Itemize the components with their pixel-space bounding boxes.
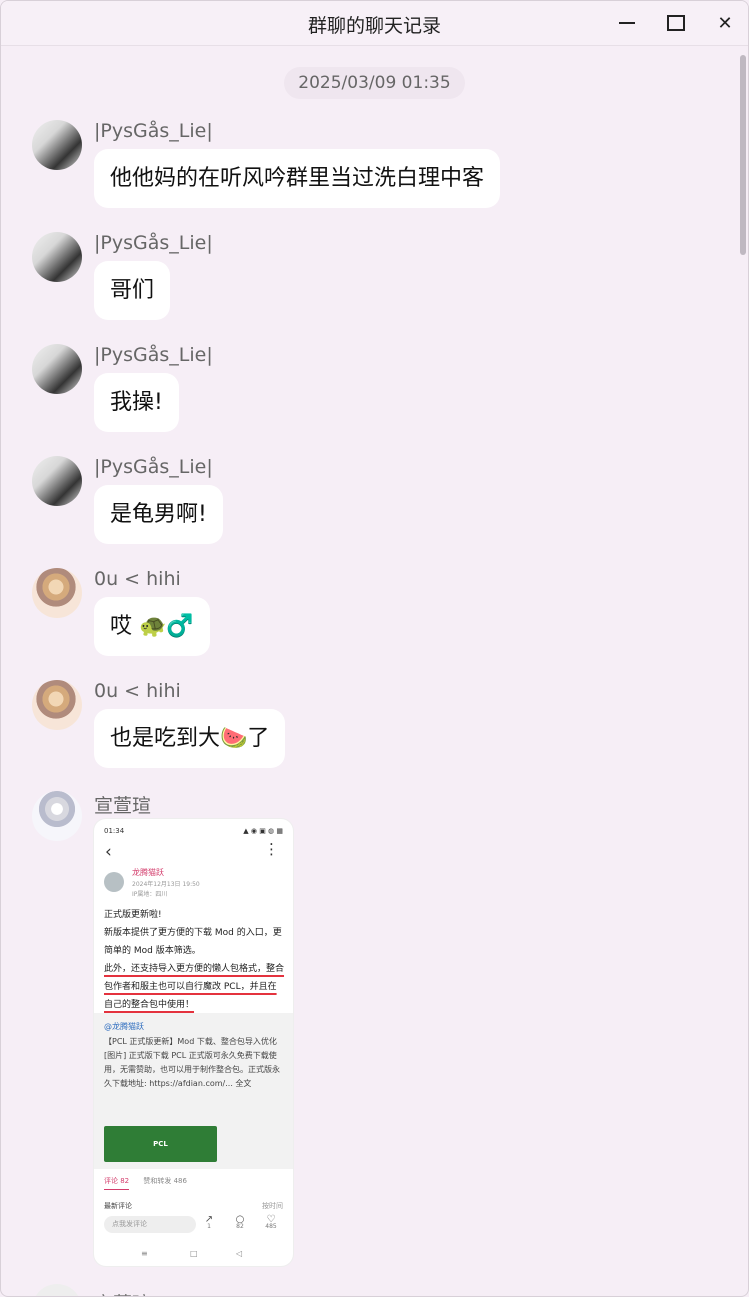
post-location: IP属地：四川 [132, 891, 168, 898]
sender-name: 0u < hihi [94, 568, 181, 590]
reposts-tab[interactable]: 赞和转发 486 [143, 1177, 187, 1185]
back-icon[interactable]: ‹ [105, 842, 112, 862]
like-count: 485 [265, 1223, 277, 1230]
nav-back-icon[interactable]: ◁ [236, 1249, 242, 1258]
minimize-icon [619, 22, 635, 24]
avatar[interactable] [32, 456, 82, 506]
avatar[interactable] [32, 344, 82, 394]
latest-comments-label: 最新评论 [104, 1202, 132, 1210]
sender-name: 0u < hihi [94, 680, 181, 702]
sender-name: 宣萱瑄 [94, 1289, 151, 1296]
screenshot-image-message[interactable]: 01:34 ▲ ◉ ▣ ◍ ▦ ‹ ⋮ 龙腾猫跃 2024年12月13日 19:… [94, 819, 293, 1266]
comment-tabs: 评论 82 赞和转发 486 [104, 1176, 187, 1190]
maximize-button[interactable] [658, 9, 694, 37]
avatar[interactable] [32, 568, 82, 618]
message-bubble[interactable]: 他他妈的在听风吟群里当过洗白理中客 [94, 149, 501, 208]
message-bubble[interactable]: 我操! [94, 373, 179, 432]
post-author: 龙腾猫跃 [132, 868, 164, 877]
post-line: 新版本提供了更方便的下载 Mod 的入口，更简单的 Mod 版本筛选。 [104, 928, 282, 956]
sender-name: |PysGås_Lie| [94, 344, 213, 366]
title-bar: 群聊的聊天记录 ✕ [1, 1, 748, 46]
message-bubble[interactable]: 哎 🐢♂️ [94, 597, 210, 656]
quoted-post: @龙腾猫跃 【PCL 正式版更新】Mod 下载、整合包导入优化 [图片] 正式版… [94, 1013, 293, 1169]
quoted-author: @龙腾猫跃 [104, 1022, 144, 1031]
avatar[interactable] [32, 120, 82, 170]
phone-time: 01:34 [104, 827, 125, 835]
close-icon: ✕ [717, 12, 733, 34]
share-action[interactable]: ↗ 1 [199, 1214, 219, 1230]
pcl-banner: PCL [104, 1126, 217, 1162]
vertical-scrollbar-thumb[interactable] [740, 55, 746, 255]
more-icon[interactable]: ⋮ [264, 840, 279, 858]
sender-name: |PysGås_Lie| [94, 232, 213, 254]
message-bubble[interactable]: 哥们 [94, 261, 171, 320]
avatar[interactable] [32, 680, 82, 730]
nav-home-icon[interactable]: □ [190, 1249, 198, 1258]
comment-count: 82 [236, 1223, 244, 1230]
post-body: 正式版更新啦! 新版本提供了更方便的下载 Mod 的入口，更简单的 Mod 版本… [104, 906, 284, 1014]
sender-name: |PysGås_Lie| [94, 456, 213, 478]
maximize-icon [667, 15, 685, 31]
avatar[interactable] [32, 1284, 82, 1296]
comments-tab[interactable]: 评论 82 [104, 1177, 130, 1190]
avatar[interactable] [32, 791, 82, 841]
post-line: 正式版更新啦! [104, 910, 162, 920]
status-icons: ▲ ◉ ▣ ◍ ▦ [243, 827, 283, 835]
nav-menu-icon[interactable]: ≡ [141, 1249, 148, 1258]
close-button[interactable]: ✕ [707, 9, 743, 37]
sender-name: |PysGås_Lie| [94, 120, 213, 142]
sender-name: 宣萱瑄 [94, 795, 152, 817]
share-count: 1 [207, 1223, 211, 1230]
comment-input[interactable]: 点我发评论 [104, 1216, 196, 1233]
post-avatar [104, 872, 124, 892]
chat-history-window: 群聊的聊天记录 ✕ 2025/03/09 01:35 |PysGås_Lie| … [0, 0, 749, 1297]
quoted-text: 【PCL 正式版更新】Mod 下载、整合包导入优化 [图片] 正式版下载 PCL… [104, 1037, 280, 1088]
post-line-highlighted: 此外，还支持导入更方便的懒人包格式，整合包作者和服主也可以自行魔改 PCL，并且… [104, 964, 285, 1010]
post-date: 2024年12月13日 19:50 [132, 881, 200, 888]
chat-timestamp: 2025/03/09 01:35 [284, 67, 465, 99]
sort-label[interactable]: 按时间 [262, 1201, 283, 1211]
avatar[interactable] [32, 232, 82, 282]
message-bubble[interactable]: 也是吃到大🍉了 [94, 709, 286, 768]
comment-action[interactable]: ○ 82 [230, 1214, 250, 1230]
message-bubble[interactable]: 是龟男啊! [94, 485, 223, 544]
like-action[interactable]: ♡ 485 [261, 1214, 281, 1230]
phone-status-bar: 01:34 ▲ ◉ ▣ ◍ ▦ [104, 827, 283, 835]
minimize-button[interactable] [609, 9, 645, 37]
